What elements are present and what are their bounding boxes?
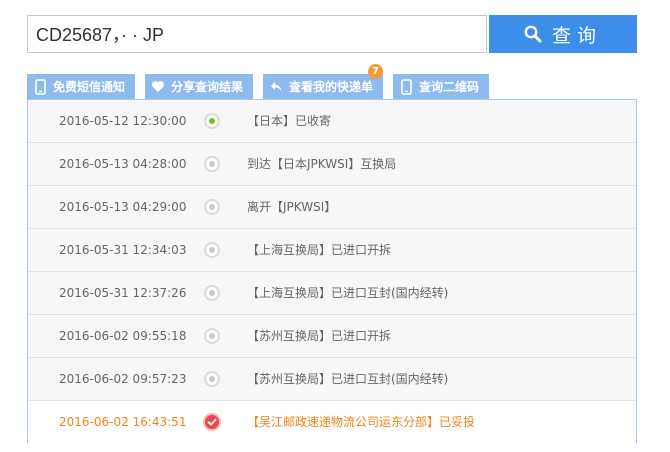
tab-qr-code[interactable]: 查询二维码 bbox=[393, 74, 489, 99]
tracking-time: 2016-06-02 09:57:23 bbox=[59, 372, 187, 386]
tab-label: 免费短信通知 bbox=[53, 80, 126, 94]
tracking-description: 【苏州互换局】已进口互封(国内经转) bbox=[247, 372, 449, 386]
tracking-description: 【日本】已收寄 bbox=[247, 114, 332, 128]
status-dot-icon bbox=[204, 285, 220, 301]
tracking-time: 2016-05-12 12:30:00 bbox=[59, 114, 187, 128]
tab-label: 查询二维码 bbox=[419, 80, 480, 94]
status-dot-icon bbox=[204, 328, 220, 344]
status-dot-icon bbox=[204, 156, 220, 172]
status-dot-icon bbox=[204, 371, 220, 387]
search-icon bbox=[524, 25, 542, 43]
phone-icon bbox=[399, 78, 413, 95]
tracking-timeline: 2016-05-12 12:30:00 【日本】已收寄 2016-05-13 0… bbox=[27, 99, 637, 444]
delivered-check-icon bbox=[203, 413, 221, 431]
search-button-label: 查询 bbox=[551, 24, 602, 47]
tab-label: 查看我的快递单 bbox=[289, 80, 374, 94]
tracking-description: 【上海互换局】已进口开拆 bbox=[247, 243, 392, 257]
tracking-time: 2016-05-31 12:34:03 bbox=[59, 243, 187, 257]
notification-badge: 7 bbox=[368, 64, 383, 79]
tracking-row: 2016-06-02 09:55:18 【苏州互换局】已进口开拆 bbox=[28, 315, 636, 358]
tracking-row-delivered: 2016-06-02 16:43:51 【吴江邮政速递物流公司运东分部】已妥投 bbox=[28, 401, 636, 444]
tracking-row: 2016-05-13 04:29:00 离开【JPKWSI】 bbox=[28, 186, 636, 229]
status-dot-icon bbox=[204, 242, 220, 258]
tracking-description: 【苏州互换局】已进口开拆 bbox=[247, 329, 392, 343]
tracking-time: 2016-06-02 09:55:18 bbox=[59, 329, 187, 343]
status-dot-icon bbox=[204, 199, 220, 215]
heart-icon bbox=[151, 79, 165, 95]
tracking-description: 到达【日本JPKWSI】互换局 bbox=[247, 157, 397, 171]
tracking-description: 【上海互换局】已进口互封(国内经转) bbox=[247, 286, 449, 300]
tab-my-parcels[interactable]: 查看我的快递单 bbox=[263, 74, 383, 99]
phone-icon bbox=[33, 78, 47, 95]
search-button[interactable]: 查询 bbox=[489, 15, 637, 53]
tab-share-result[interactable]: 分享查询结果 bbox=[145, 74, 253, 99]
tracking-row: 2016-05-31 12:34:03 【上海互换局】已进口开拆 bbox=[28, 229, 636, 272]
tracking-time: 2016-05-31 12:37:26 bbox=[59, 286, 187, 300]
tracking-time: 2016-06-02 16:43:51 bbox=[59, 415, 187, 429]
tracking-row: 2016-05-31 12:37:26 【上海互换局】已进口互封(国内经转) bbox=[28, 272, 636, 315]
tracking-row: 2016-06-02 09:57:23 【苏州互换局】已进口互封(国内经转) bbox=[28, 358, 636, 401]
tab-label: 分享查询结果 bbox=[171, 80, 244, 94]
tracking-number-input[interactable] bbox=[27, 15, 487, 53]
tracking-time: 2016-05-13 04:28:00 bbox=[59, 157, 187, 171]
tracking-description: 离开【JPKWSI】 bbox=[247, 200, 337, 214]
tracking-description: 【吴江邮政速递物流公司运东分部】已妥投 bbox=[247, 415, 476, 429]
tracking-row: 2016-05-13 04:28:00 到达【日本JPKWSI】互换局 bbox=[28, 143, 636, 186]
tab-sms-notify[interactable]: 免费短信通知 bbox=[27, 74, 135, 99]
reply-arrow-icon bbox=[269, 79, 283, 95]
status-dot-icon bbox=[204, 113, 220, 129]
tracking-row: 2016-05-12 12:30:00 【日本】已收寄 bbox=[28, 100, 636, 143]
tracking-time: 2016-05-13 04:29:00 bbox=[59, 200, 187, 214]
